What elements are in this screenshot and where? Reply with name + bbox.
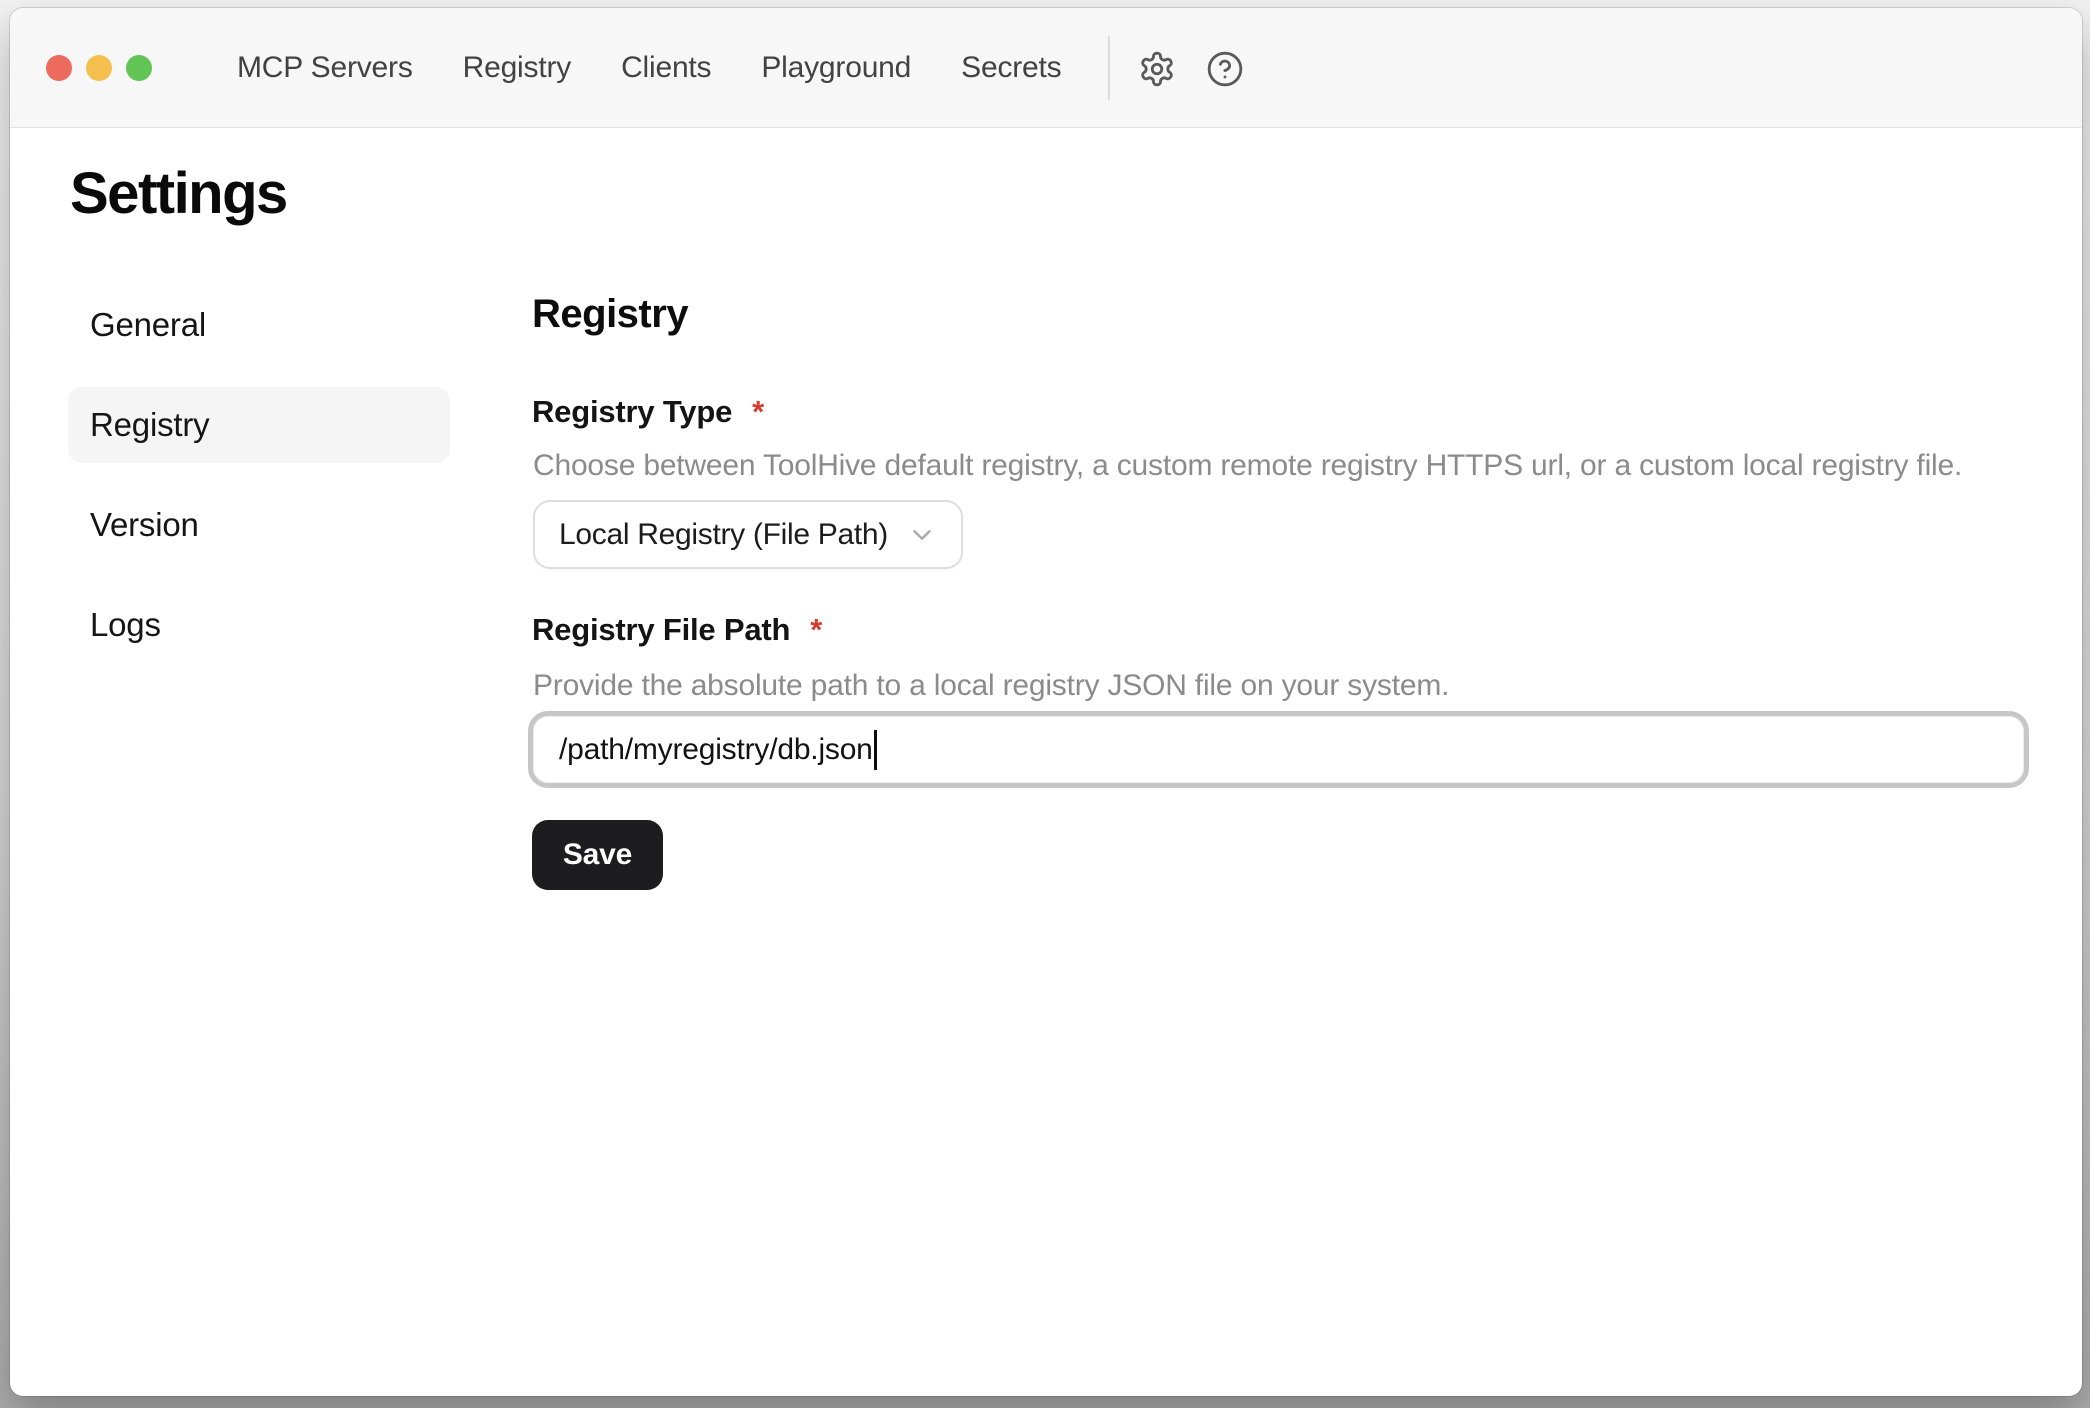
registry-file-path-description: Provide the absolute path to a local reg…	[533, 669, 1449, 703]
titlebar-divider	[1108, 36, 1110, 100]
registry-file-path-input[interactable]: /path/myregistry/db.json	[528, 711, 2029, 788]
nav-item-mcp-servers[interactable]: MCP Servers	[237, 51, 413, 85]
chevron-down-icon	[907, 520, 937, 550]
registry-type-label-text: Registry Type	[532, 394, 732, 429]
app-window: MCP Servers Registry Clients Playground …	[10, 8, 2082, 1396]
registry-type-label: Registry Type *	[532, 394, 764, 430]
nav-item-clients[interactable]: Clients	[621, 51, 711, 85]
gear-icon[interactable]	[1138, 50, 1176, 88]
save-button[interactable]: Save	[532, 820, 663, 890]
registry-file-path-label: Registry File Path *	[532, 612, 822, 648]
zoom-window-button[interactable]	[126, 55, 152, 81]
sidebar-item-general[interactable]: General	[68, 287, 450, 363]
main-nav: MCP Servers Registry Clients Playground …	[237, 8, 1061, 128]
settings-sidebar: General Registry Version Logs	[68, 287, 450, 687]
nav-item-playground[interactable]: Playground	[761, 51, 911, 85]
registry-type-description: Choose between ToolHive default registry…	[533, 449, 1962, 483]
titlebar: MCP Servers Registry Clients Playground …	[10, 8, 2082, 128]
registry-file-path-value: /path/myregistry/db.json	[559, 733, 873, 767]
required-marker: *	[810, 612, 822, 647]
minimize-window-button[interactable]	[86, 55, 112, 81]
sidebar-item-version[interactable]: Version	[68, 487, 450, 563]
nav-item-registry[interactable]: Registry	[463, 51, 571, 85]
help-circle-icon[interactable]	[1206, 50, 1244, 88]
registry-type-selected-value: Local Registry (File Path)	[559, 518, 893, 552]
registry-type-select[interactable]: Local Registry (File Path)	[533, 500, 963, 569]
sidebar-item-registry[interactable]: Registry	[68, 387, 450, 463]
nav-item-secrets[interactable]: Secrets	[961, 51, 1061, 85]
required-marker: *	[752, 394, 764, 429]
close-window-button[interactable]	[46, 55, 72, 81]
text-caret	[874, 730, 877, 770]
sidebar-item-logs[interactable]: Logs	[68, 587, 450, 663]
section-title: Registry	[532, 292, 688, 337]
registry-file-path-label-text: Registry File Path	[532, 612, 790, 647]
page-title: Settings	[70, 160, 287, 227]
